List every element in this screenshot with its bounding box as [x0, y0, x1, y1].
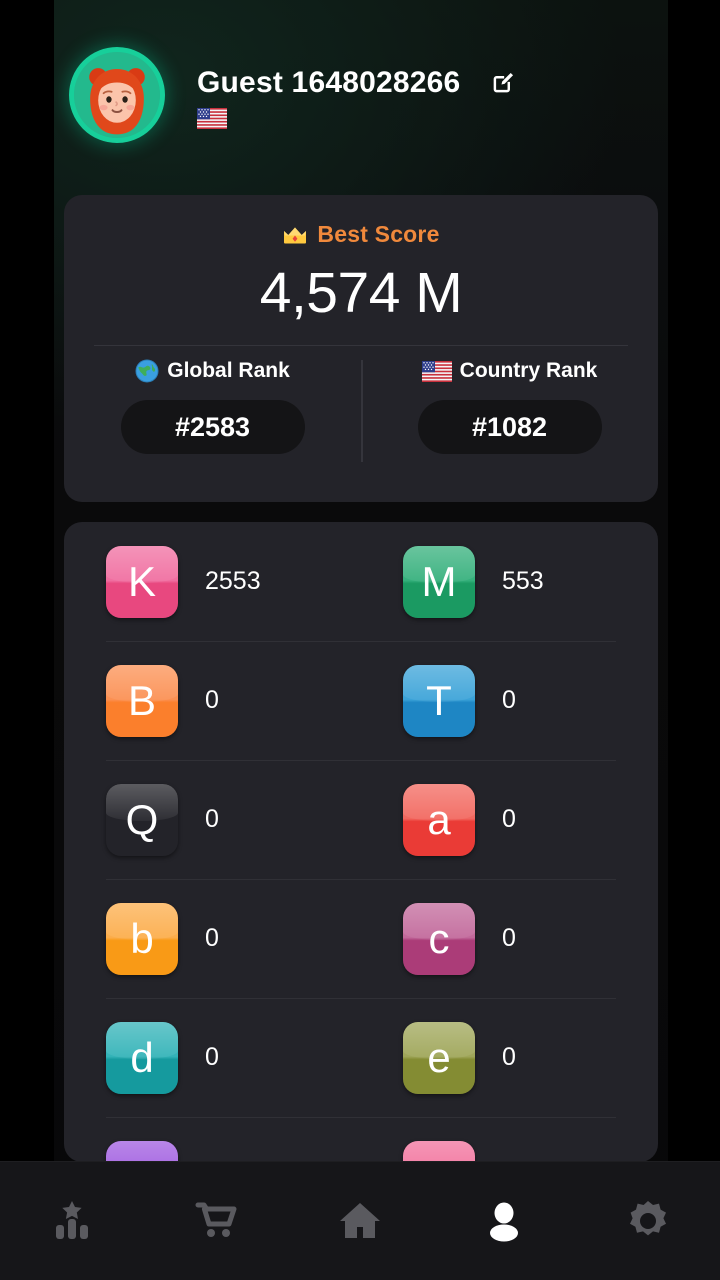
letter-stat-cell[interactable]: K 2553 [64, 545, 361, 618]
letter-stat-cell[interactable]: B0 [64, 664, 361, 737]
letter-stat-value: 0 [205, 686, 219, 714]
nav-item-profile[interactable] [432, 1162, 576, 1280]
letter-stat-value: 0 [502, 924, 516, 952]
letter-stat-value: 0 [502, 1043, 516, 1071]
profile-header: Guest 1648028266 [54, 42, 668, 160]
country-rank-pill[interactable]: #1082 [417, 400, 602, 454]
gear-icon [630, 1201, 666, 1236]
letter-tile[interactable] [106, 1140, 178, 1162]
letter-stat-cell[interactable]: Q0 [64, 783, 361, 856]
global-rank-header: Global Rank [135, 359, 290, 383]
phone-screen: Guest 1648028266 Best Score 4,574 M Glob… [0, 0, 720, 1280]
letter-tile[interactable]: e [403, 1021, 475, 1094]
edit-pencil-icon[interactable] [489, 69, 517, 97]
cart-icon [195, 1202, 237, 1237]
letter-tile[interactable]: c [403, 902, 475, 975]
country-rank-value: #1082 [471, 411, 548, 442]
letter-stat-cell[interactable]: d0 [64, 1021, 361, 1094]
letter-tile-label: a [427, 795, 451, 843]
country-rank-column: Country Rank #1082 [361, 359, 658, 454]
letter-stat-value: 553 [502, 567, 544, 595]
letter-stats-card: K 2553 M 553 B 0 T 0 Q 0 a 0 b 0 c 0 d 0 e 0 [64, 522, 658, 1162]
person-icon [490, 1202, 518, 1242]
best-score-value: 4,574 M [259, 261, 463, 325]
letter-tile-label: Q [125, 795, 159, 843]
letter-tile-label: c [428, 914, 450, 962]
globe-icon [135, 359, 159, 383]
home-icon [340, 1203, 380, 1238]
letter-stat-value: 0 [205, 924, 219, 952]
us-flag-icon [421, 360, 452, 382]
country-rank-header: Country Rank [421, 359, 598, 383]
nav-item-leaderboard[interactable] [0, 1162, 144, 1280]
nav-item-settings[interactable] [576, 1162, 720, 1280]
avatar[interactable] [69, 47, 165, 143]
letter-row [64, 1117, 658, 1162]
letter-row: Q0a0 [64, 760, 658, 879]
global-rank-value: #2583 [174, 411, 251, 442]
letter-row: d0e0 [64, 998, 658, 1117]
best-score-card: Best Score 4,574 M Global Rank #2583 Cou… [64, 195, 658, 502]
letter-tile-label: K [127, 557, 156, 605]
letter-tile-label: b [130, 914, 154, 962]
letter-tile[interactable] [403, 1140, 475, 1162]
letter-stat-cell[interactable] [361, 1140, 658, 1162]
letter-tile[interactable]: K [106, 545, 178, 618]
best-score-label: Best Score [317, 221, 440, 247]
username-row: Guest 1648028266 [197, 66, 517, 100]
letter-tile-label: T [426, 676, 452, 724]
letter-stat-cell[interactable]: T0 [361, 664, 658, 737]
page-title: Guest 1648028266 [197, 66, 461, 99]
app-viewport: Guest 1648028266 Best Score 4,574 M Glob… [54, 0, 668, 1280]
letter-stat-value: 0 [205, 1043, 219, 1071]
letter-tile[interactable]: a [403, 783, 475, 856]
letter-stat-cell[interactable]: M 553 [361, 545, 658, 618]
letter-stat-value: 2553 [205, 567, 261, 595]
bottom-navigation [0, 1161, 720, 1280]
letter-stat-cell[interactable]: a0 [361, 783, 658, 856]
letter-row: K 2553 M 553 [64, 522, 658, 641]
rank-section: Global Rank #2583 Country Rank #1082 [64, 359, 658, 454]
us-flag-icon [197, 108, 227, 129]
letter-stat-cell[interactable]: b0 [64, 902, 361, 975]
letter-tile[interactable]: Q [106, 783, 178, 856]
nav-item-shop[interactable] [144, 1162, 288, 1280]
global-rank-column: Global Rank #2583 [64, 359, 361, 454]
global-rank-pill[interactable]: #2583 [120, 400, 305, 454]
letter-stat-cell[interactable] [64, 1140, 361, 1162]
letter-stat-value: 0 [205, 805, 219, 833]
letter-tile-label: d [130, 1033, 154, 1081]
global-rank-label: Global Rank [167, 359, 290, 382]
nav-item-home[interactable] [288, 1162, 432, 1280]
card-divider [94, 345, 628, 346]
leaderboard-icon [56, 1201, 88, 1239]
country-flag [197, 108, 227, 129]
country-rank-label: Country Rank [459, 359, 598, 382]
letter-tile[interactable]: T [403, 664, 475, 737]
letter-stat-value: 0 [502, 686, 516, 714]
letter-tile[interactable]: b [106, 902, 178, 975]
letter-tile[interactable]: d [106, 1021, 178, 1094]
letter-tile-label: M [421, 557, 457, 605]
letter-stat-value: 0 [502, 805, 516, 833]
avatar-ring [69, 47, 165, 143]
letter-stat-cell[interactable]: c0 [361, 902, 658, 975]
best-score-header: Best Score [64, 195, 658, 248]
letter-tile-label: e [427, 1033, 451, 1081]
crown-icon [284, 227, 307, 243]
letter-row: B0T0 [64, 641, 658, 760]
letter-tile[interactable]: M [403, 545, 475, 618]
letter-tile[interactable]: B [106, 664, 178, 737]
letter-tile-label: B [127, 676, 156, 724]
letter-row: b0c0 [64, 879, 658, 998]
girl-avatar-icon [74, 52, 160, 138]
letter-stat-cell[interactable]: e0 [361, 1021, 658, 1094]
